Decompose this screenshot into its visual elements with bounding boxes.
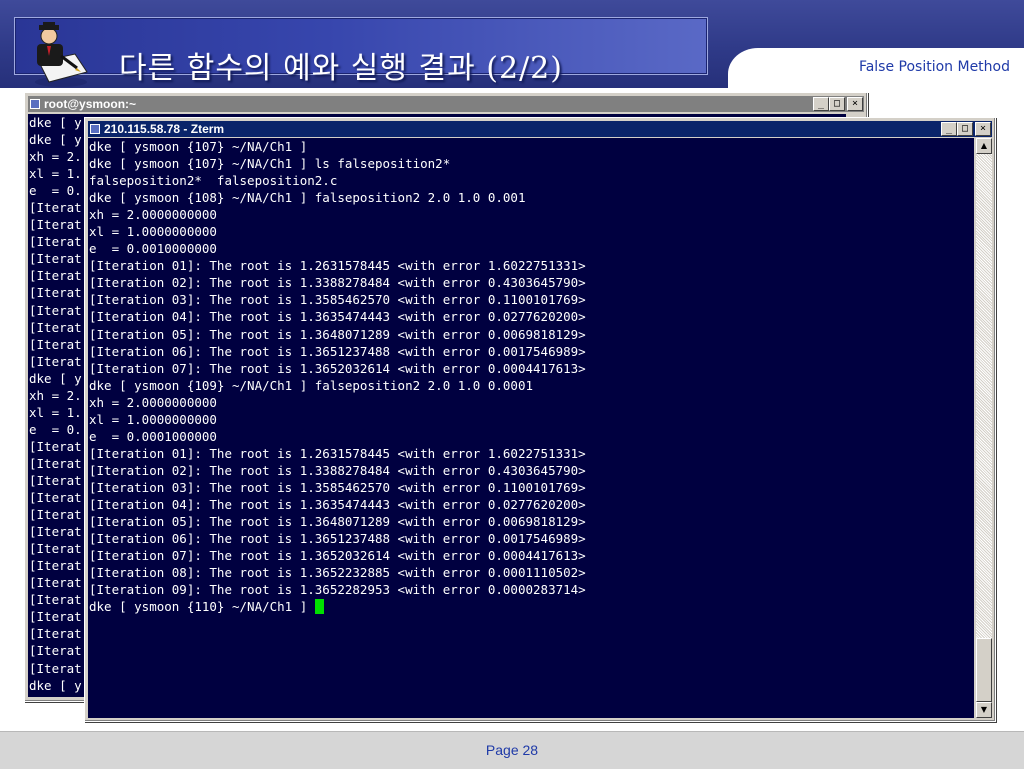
terminal-line: dke [ ysmoon {107} ~/NA/Ch1 ] bbox=[89, 139, 308, 154]
terminal-line: dke [ ysmoon {108} ~/NA/Ch1 ] falseposit… bbox=[89, 190, 526, 206]
terminal-line: [Iteration 06]: The root is 1.3651237488… bbox=[89, 531, 586, 547]
topic-label: False Position Method bbox=[858, 59, 1010, 75]
vertical-scrollbar[interactable]: ▲ ▼ bbox=[976, 138, 992, 718]
terminal-line: [Iteration 01]: The root is 1.2631578445… bbox=[89, 445, 586, 461]
front-window-title: 210.115.58.78 - Zterm bbox=[104, 122, 225, 136]
close-button[interactable]: × bbox=[975, 122, 991, 136]
terminal-line: xh = 2.0000000000 bbox=[89, 207, 217, 223]
terminal-line: dke [ ysmoon {107} ~/NA/Ch1 ] ls falsepo… bbox=[89, 156, 451, 172]
terminal-line: e = 0.0001000000 bbox=[89, 428, 217, 444]
terminal-line: [Iteration 03]: The root is 1.3585462570… bbox=[89, 292, 586, 308]
terminal-line: [Iteration 05]: The root is 1.3648071289… bbox=[89, 514, 586, 530]
terminal-line: dke [ ysmoon {109} ~/NA/Ch1 ] falseposit… bbox=[89, 377, 534, 393]
maximize-button[interactable]: □ bbox=[829, 97, 845, 111]
scroll-up-arrow-icon[interactable]: ▲ bbox=[976, 138, 992, 154]
terminal-app-icon[interactable] bbox=[90, 124, 100, 134]
terminal-line: [Iteration 09]: The root is 1.3652282953… bbox=[89, 582, 586, 598]
terminal-line: e = 0.0010000000 bbox=[89, 241, 217, 257]
terminal-cursor bbox=[314, 599, 324, 615]
terminal-line: [Iteration 07]: The root is 1.3652032614… bbox=[89, 360, 586, 376]
scroll-down-arrow-icon[interactable]: ▼ bbox=[976, 702, 992, 718]
slide-title: 다른 함수의 예와 실행 결과 (2/2) bbox=[119, 51, 563, 86]
back-window-title: root@ysmoon:~ bbox=[44, 97, 137, 111]
close-button[interactable]: × bbox=[847, 97, 863, 111]
terminal-line: falseposition2* falseposition2.c bbox=[89, 173, 338, 189]
slide-footer: Page 28 bbox=[0, 731, 1024, 769]
terminal-line: [Iteration 05]: The root is 1.3648071289… bbox=[89, 326, 586, 342]
minimize-button[interactable]: _ bbox=[813, 97, 829, 111]
terminal-line: [Iteration 03]: The root is 1.3585462570… bbox=[89, 479, 586, 495]
terminal-line: dke [ ysmoon {110} ~/NA/Ch1 ] bbox=[88, 598, 974, 615]
terminal-line: [Iteration 04]: The root is 1.3635474443… bbox=[89, 309, 586, 325]
minimize-button[interactable]: _ bbox=[941, 122, 957, 136]
maximize-button[interactable]: □ bbox=[957, 122, 973, 136]
back-window-controls: _ □ × bbox=[813, 97, 863, 111]
terminal-line: [Iteration 06]: The root is 1.3651237488… bbox=[89, 343, 586, 359]
front-window-controls: _ □ × bbox=[941, 122, 991, 136]
terminal-line: [Iteration 08]: The root is 1.3652232885… bbox=[89, 565, 586, 581]
front-terminal-output[interactable]: dke [ ysmoon {107} ~/NA/Ch1 ] dke [ ysmoo… bbox=[88, 138, 974, 718]
terminal-line: xl = 1.0000000000 bbox=[89, 411, 217, 427]
terminal-line: [Iteration 04]: The root is 1.3635474443… bbox=[89, 496, 586, 512]
scroll-thumb[interactable] bbox=[976, 638, 992, 702]
terminal-line: [Iteration 07]: The root is 1.3652032614… bbox=[89, 548, 586, 564]
terminal-line: [Iteration 02]: The root is 1.3388278484… bbox=[89, 275, 586, 291]
back-window-titlebar[interactable]: root@ysmoon:~ _ □ × bbox=[28, 96, 864, 112]
terminal-line: [Iteration 02]: The root is 1.3388278484… bbox=[89, 462, 586, 478]
title-banner: 다른 함수의 예와 실행 결과 (2/2) bbox=[14, 17, 708, 87]
front-window-titlebar[interactable]: 210.115.58.78 - Zterm _ □ × bbox=[88, 121, 992, 137]
terminal-app-icon[interactable] bbox=[30, 99, 40, 109]
front-terminal-window[interactable]: 210.115.58.78 - Zterm _ □ × dke [ ysmoon… bbox=[84, 117, 996, 722]
terminal-line: xl = 1.0000000000 bbox=[89, 224, 217, 240]
terminal-line: xh = 2.0000000000 bbox=[89, 394, 217, 410]
terminal-line: [Iteration 01]: The root is 1.2631578445… bbox=[89, 258, 586, 274]
page-number: Page 28 bbox=[485, 742, 539, 758]
presenter-writing-icon bbox=[35, 22, 88, 87]
